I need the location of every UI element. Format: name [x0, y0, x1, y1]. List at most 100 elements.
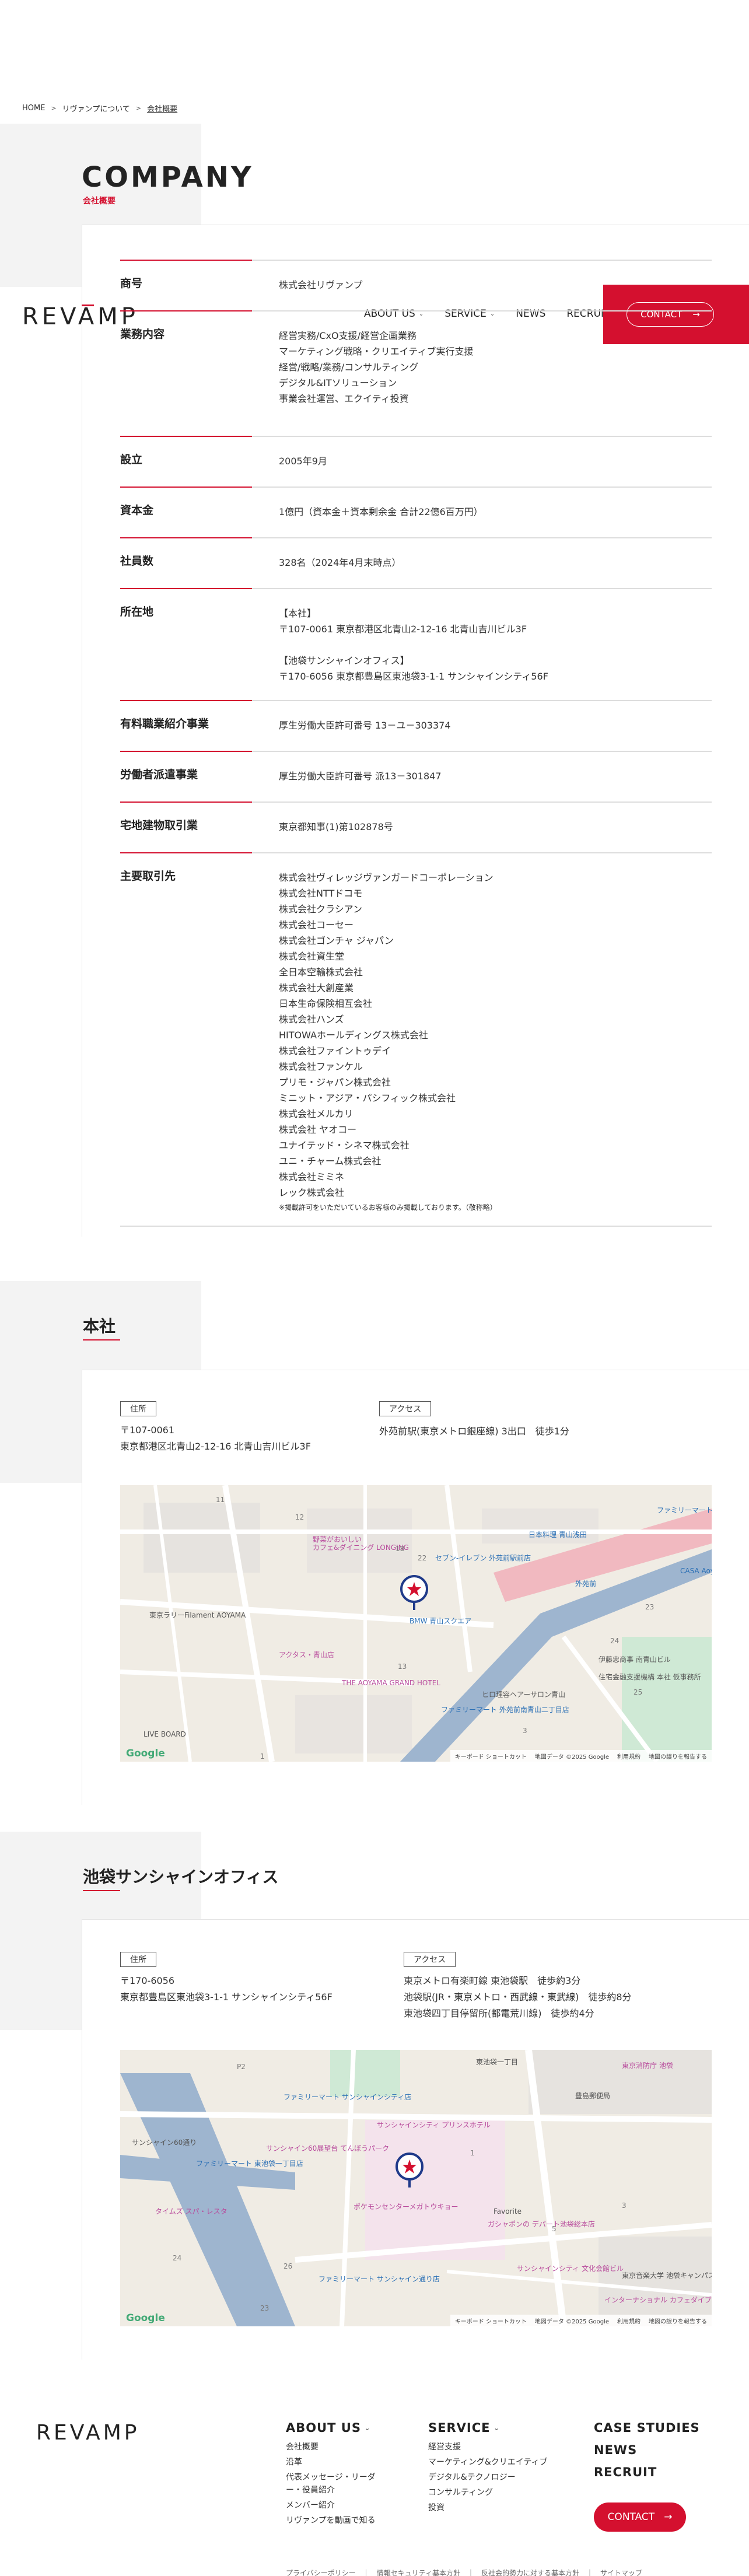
row-value: 経営実務/CxO支援/経営企画業務 マーケティング戦略・クリエイティブ実行支援 …	[279, 330, 474, 404]
row-accent-bar	[120, 700, 252, 701]
map-footer: キーボード ショートカット 地図データ ©2025 Google 利用規約 地図…	[450, 2315, 712, 2326]
row-label: 資本金	[120, 504, 154, 517]
map-block-number: 22	[418, 1554, 427, 1562]
footer-contact-label: CONTACT	[607, 2511, 655, 2523]
map-place-label[interactable]: 東京消防庁 池袋	[622, 2060, 673, 2070]
row-value: 東京都知事(1)第102878号	[279, 821, 393, 832]
map-place-label[interactable]: THE AOYAMA GRAND HOTEL	[342, 1679, 440, 1687]
map-place-label[interactable]: 東京音楽大学 池袋キャンパス	[622, 2270, 712, 2280]
footer-misc: CASE STUDIES NEWS RECRUIT	[594, 2421, 700, 2479]
company-row: 有料職業紹介事業 厚生労働大臣許可番号 13－ユ－303374	[120, 700, 712, 751]
map-place-label[interactable]: 東京ラリーFilament AOYAMA	[149, 1610, 246, 1620]
row-accent-bar	[120, 802, 252, 803]
map-report[interactable]: 地図の誤りを報告する	[649, 2316, 707, 2325]
row-accent-bar	[120, 852, 252, 853]
location-pin-icon	[396, 2152, 424, 2188]
row-value: 株式会社リヴァンプ	[279, 279, 363, 290]
map-place-label[interactable]: ファミリーマート 外苑前南青山二丁目店	[441, 1704, 569, 1714]
head-office-access: 外苑前駅(東京メトロ銀座線) 3出口 徒歩1分	[379, 1426, 569, 1437]
chevron-right-icon: >	[135, 104, 142, 112]
map-place-label[interactable]: サンシャイン60展望台 てんぼうパーク	[266, 2143, 389, 2153]
map-block-number: 23	[645, 1603, 654, 1611]
map-terms[interactable]: 利用規約	[617, 2316, 640, 2325]
footer-contact-button[interactable]: CONTACT →	[594, 2502, 686, 2532]
map-place-label[interactable]: ファミリーマート 東池袋一丁目店	[196, 2158, 303, 2168]
chevron-down-icon: ⌄	[364, 2424, 371, 2432]
map-place-label[interactable]: 野菜がおいしい	[313, 1534, 362, 1544]
row-label: 労働者派遣事業	[120, 768, 198, 781]
map-place-label[interactable]: 東池袋一丁目	[476, 2057, 518, 2067]
row-label: 商号	[120, 277, 143, 290]
map-place-label[interactable]: サンシャイン60通り	[132, 2137, 197, 2147]
ikebukuro-access: 東京メトロ有楽町線 東池袋駅 徒歩約3分 池袋駅(JR・東京メトロ・西武線・東武…	[404, 1975, 632, 2019]
footer-link[interactable]: メンバー紹介	[286, 2499, 385, 2512]
footer-news[interactable]: NEWS	[594, 2443, 700, 2457]
ikebukuro-map[interactable]: Google キーボード ショートカット 地図データ ©2025 Google …	[120, 2050, 712, 2326]
table-bottom-border	[120, 1226, 712, 1227]
map-block-number: 24	[610, 1637, 620, 1645]
map-place-label[interactable]: ポケモンセンターメガトウキョー	[354, 2202, 459, 2211]
map-place-label[interactable]: 住宅金融支援機構 本社 仮事務所	[598, 1672, 701, 1682]
map-place-label[interactable]: 外苑前	[575, 1578, 596, 1588]
footer-link[interactable]: 投資	[428, 2501, 556, 2514]
map-place-label[interactable]: アクタス・青山店	[279, 1650, 334, 1660]
map-report[interactable]: 地図の誤りを報告する	[649, 1752, 707, 1760]
row-label: 所在地	[120, 606, 154, 618]
head-office-underline	[83, 1339, 120, 1340]
map-place-label[interactable]: CASA Aoyama	[680, 1567, 712, 1575]
footer-service-label: SERVICE	[428, 2421, 491, 2435]
footer-link[interactable]: 沿革	[286, 2456, 385, 2469]
map-shortcuts[interactable]: キーボード ショートカット	[455, 2316, 527, 2325]
map-place-label[interactable]: サンシャインシティ 文化会館ビル	[517, 2263, 624, 2273]
footer-bottom-links[interactable]: プライバシーポリシー ｜ 情報セキュリティ基本方針 ｜ 反社会的勢力に対する基本…	[286, 2568, 642, 2576]
map-block-number: P2	[237, 2063, 246, 2071]
map-place-label[interactable]: ファミリーマート サンシャイン通り店	[318, 2274, 440, 2284]
footer-about-head[interactable]: ABOUT US ⌄	[286, 2421, 385, 2435]
map-place-label[interactable]: インターナショナル カフェダイブ	[604, 2295, 712, 2305]
breadcrumb-home[interactable]: HOME	[22, 104, 45, 113]
map-place-label[interactable]: 豊島郵便局	[575, 2091, 610, 2101]
head-office-map[interactable]: Google キーボード ショートカット 地図データ ©2025 Google …	[120, 1485, 712, 1762]
footer-link[interactable]: マーケティング&クリエイティブ	[428, 2456, 556, 2469]
company-row: 主要取引先 株式会社ヴィレッジヴァンガードコーポレーション 株式会社NTTドコモ …	[120, 852, 712, 1226]
google-logo: Google	[126, 1748, 165, 1759]
map-place-label[interactable]: BMW 青山スクエア	[410, 1616, 471, 1626]
row-value: 株式会社ヴィレッジヴァンガードコーポレーション 株式会社NTTドコモ 株式会社ク…	[279, 872, 494, 1198]
map-place-label[interactable]: Favorite	[494, 2207, 522, 2216]
footer-about: ABOUT US ⌄ 会社概要沿革代表メッセージ・リーダー・役員紹介メンバー紹介リ…	[286, 2421, 385, 2527]
footer-recruit[interactable]: RECRUIT	[594, 2465, 700, 2479]
footer-link[interactable]: 会社概要	[286, 2441, 385, 2454]
footer-service-head[interactable]: SERVICE ⌄	[428, 2421, 556, 2435]
footer-link[interactable]: 代表メッセージ・リーダー・役員紹介	[286, 2471, 385, 2497]
row-value: 【本社】 〒107-0061 東京都港区北青山2-12-16 北青山吉川ビル3F…	[279, 608, 548, 682]
map-terms[interactable]: 利用規約	[617, 1752, 640, 1760]
page-title: COMPANY	[82, 161, 254, 194]
breadcrumb-current[interactable]: 会社概要	[147, 103, 177, 114]
row-label: 主要取引先	[120, 870, 176, 883]
row-label: 社員数	[120, 555, 154, 568]
footer-link[interactable]: デジタル&テクノロジー	[428, 2471, 556, 2484]
footer-link[interactable]: コンサルティング	[428, 2486, 556, 2499]
footer-link[interactable]: リヴァンプを動画で知る	[286, 2514, 385, 2527]
map-place-label[interactable]: タイムズ スパ・レスタ	[155, 2206, 228, 2216]
address-tag: 住所	[120, 1401, 156, 1416]
row-accent-bar	[120, 436, 252, 437]
map-place-label[interactable]: ファミリーマート サンシャインシティ店	[284, 2092, 411, 2102]
map-place-label[interactable]: サンシャインシティ プリンスホテル	[377, 2120, 491, 2130]
footer-case-studies[interactable]: CASE STUDIES	[594, 2421, 700, 2435]
chevron-down-icon: ⌄	[494, 2424, 500, 2432]
map-place-label[interactable]: 日本料理 青山浅田	[528, 1530, 587, 1539]
map-place-label[interactable]: ヒロ理容ヘアーサロン青山	[482, 1689, 565, 1699]
map-place-label[interactable]: 伊藤忠商事 南青山ビル	[598, 1654, 671, 1664]
row-value: 厚生労働大臣許可番号 13－ユ－303374	[279, 720, 451, 731]
footer-logo[interactable]: REVAMP	[36, 2421, 139, 2445]
row-accent-bar	[120, 260, 252, 261]
breadcrumb-about[interactable]: リヴァンプについて	[62, 103, 130, 114]
footer-link[interactable]: 経営支援	[428, 2441, 556, 2454]
map-place-label[interactable]: セブン-イレブン 外苑前駅前店	[435, 1553, 531, 1563]
row-label: 有料職業紹介事業	[120, 718, 209, 730]
map-place-label[interactable]: LIVE BOARD	[144, 1730, 186, 1738]
map-place-label[interactable]: ファミリーマート メトロ外苑前店	[657, 1505, 712, 1515]
map-shortcuts[interactable]: キーボード ショートカット	[455, 1752, 527, 1760]
map-place-label[interactable]: ガシャポンの デパート池袋総本店	[488, 2219, 595, 2229]
